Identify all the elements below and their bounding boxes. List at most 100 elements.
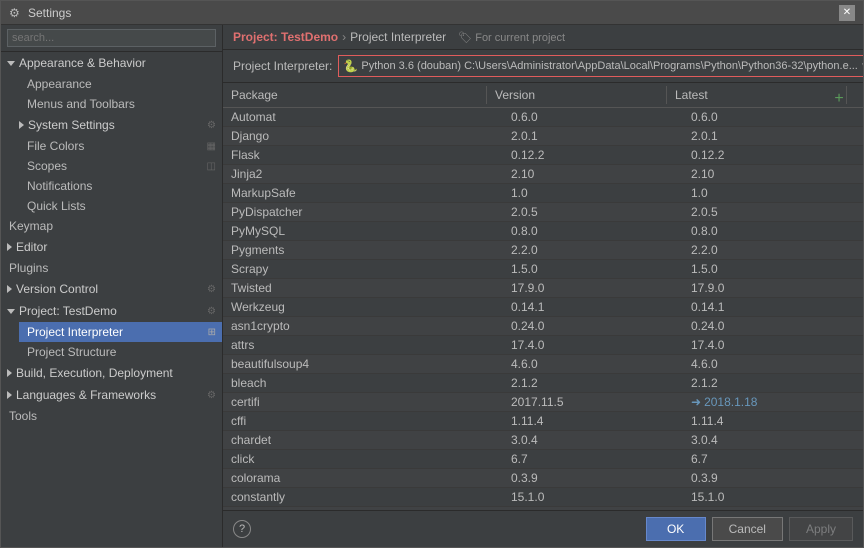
- package-name: click: [223, 450, 503, 468]
- table-row[interactable]: constantly15.1.015.1.0: [223, 488, 863, 507]
- table-row[interactable]: bleach2.1.22.1.2: [223, 374, 863, 393]
- sidebar-item-build-execution[interactable]: Build, Execution, Deployment: [1, 362, 222, 384]
- sidebar-item-keymap[interactable]: Keymap: [1, 216, 222, 236]
- close-button[interactable]: ✕: [839, 5, 855, 21]
- add-package-button[interactable]: +: [831, 88, 847, 110]
- package-latest: 0.24.0: [683, 317, 863, 335]
- table-row[interactable]: PyMySQL0.8.00.8.0: [223, 222, 863, 241]
- sidebar-item-label: Appearance: [27, 77, 92, 91]
- package-version: 2.1.2: [503, 374, 683, 392]
- col-header-package: Package: [223, 86, 487, 104]
- package-latest: 1.0: [683, 184, 863, 202]
- interpreter-value: Python 3.6 (douban) C:\Users\Administrat…: [361, 60, 858, 72]
- sidebar-item-system-settings[interactable]: System Settings ⚙: [19, 114, 222, 136]
- sidebar-search-input[interactable]: [7, 29, 216, 47]
- sidebar-item-editor[interactable]: Editor: [1, 236, 222, 258]
- package-name: Automat: [223, 108, 503, 126]
- package-name: Scrapy: [223, 260, 503, 278]
- sidebar-item-label: Languages & Frameworks: [16, 388, 156, 402]
- package-name: Django: [223, 127, 503, 145]
- settings-window: ⚙ Settings ✕ Appearance & Behavior Appea…: [0, 0, 864, 548]
- package-latest: 2.10: [683, 165, 863, 183]
- table-row[interactable]: beautifulsoup44.6.04.6.0: [223, 355, 863, 374]
- package-name: beautifulsoup4: [223, 355, 503, 373]
- sidebar-item-tools[interactable]: Tools: [1, 406, 222, 426]
- expand-icon: [7, 391, 12, 399]
- table-row[interactable]: click6.76.7: [223, 450, 863, 469]
- sidebar-item-version-control[interactable]: Version Control ⚙: [1, 278, 222, 300]
- table-row[interactable]: cffi1.11.41.11.4: [223, 412, 863, 431]
- sidebar-item-appearance[interactable]: Appearance: [19, 74, 222, 94]
- sidebar-item-appearance-behavior[interactable]: Appearance & Behavior: [1, 52, 222, 74]
- sidebar-item-languages-frameworks[interactable]: Languages & Frameworks ⚙: [1, 384, 222, 406]
- package-latest: 2.1.2: [683, 374, 863, 392]
- package-version: 17.4.0: [503, 336, 683, 354]
- icon-version-control: ⚙: [207, 284, 216, 295]
- apply-button[interactable]: Apply: [789, 517, 853, 541]
- table-row[interactable]: Scrapy1.5.01.5.0: [223, 260, 863, 279]
- dropdown-arrow-icon[interactable]: ▼: [858, 59, 863, 73]
- table-row[interactable]: Twisted17.9.017.9.0: [223, 279, 863, 298]
- package-name: Twisted: [223, 279, 503, 297]
- sidebar-item-file-colors[interactable]: File Colors ▦: [19, 136, 222, 156]
- sidebar-item-project-structure[interactable]: Project Structure: [19, 342, 222, 362]
- table-row[interactable]: certifi2017.11.5➜2018.1.18: [223, 393, 863, 412]
- sidebar-item-plugins[interactable]: Plugins: [1, 258, 222, 278]
- table-row[interactable]: PyDispatcher2.0.52.0.5: [223, 203, 863, 222]
- sync-icon: ⚙: [207, 120, 216, 131]
- table-row[interactable]: Django2.0.12.0.1: [223, 127, 863, 146]
- package-version: 2.2.0: [503, 241, 683, 259]
- update-arrow-icon: ➜: [691, 395, 701, 409]
- table-header: Package Version Latest +: [223, 83, 863, 108]
- sidebar-item-menus-toolbars[interactable]: Menus and Toolbars: [19, 94, 222, 114]
- expand-icon: [19, 121, 24, 129]
- interpreter-select[interactable]: 🐍 Python 3.6 (douban) C:\Users\Administr…: [338, 55, 863, 77]
- table-row[interactable]: Jinja22.102.10: [223, 165, 863, 184]
- sidebar: Appearance & Behavior Appearance Menus a…: [1, 25, 223, 547]
- package-name: certifi: [223, 393, 503, 411]
- package-name: bleach: [223, 374, 503, 392]
- package-name: cryptography: [223, 507, 503, 510]
- package-version: 3.0.4: [503, 431, 683, 449]
- table-row[interactable]: attrs17.4.017.4.0: [223, 336, 863, 355]
- table-row[interactable]: Pygments2.2.02.2.0: [223, 241, 863, 260]
- table-row[interactable]: Werkzeug0.14.10.14.1: [223, 298, 863, 317]
- sidebar-item-notifications[interactable]: Notifications: [19, 176, 222, 196]
- col-header-version: Version: [487, 86, 667, 104]
- add-button-cell: +: [847, 86, 863, 104]
- sidebar-item-quick-lists[interactable]: Quick Lists: [19, 196, 222, 216]
- package-version: 6.7: [503, 450, 683, 468]
- settings-icon: ⚙: [9, 6, 23, 20]
- sidebar-item-project-interpreter[interactable]: Project Interpreter ⊞: [19, 322, 222, 342]
- col-header-latest: Latest: [667, 86, 847, 104]
- titlebar: ⚙ Settings ✕: [1, 1, 863, 25]
- table-row[interactable]: Automat0.6.00.6.0: [223, 108, 863, 127]
- interpreter-bar: Project Interpreter: 🐍 Python 3.6 (douba…: [223, 50, 863, 83]
- package-latest: 0.14.1: [683, 298, 863, 316]
- sidebar-item-scopes[interactable]: Scopes ◫: [19, 156, 222, 176]
- table-row[interactable]: asn1crypto0.24.00.24.0: [223, 317, 863, 336]
- package-name: attrs: [223, 336, 503, 354]
- ok-button[interactable]: OK: [646, 517, 706, 541]
- table-row[interactable]: Flask0.12.20.12.2: [223, 146, 863, 165]
- table-row[interactable]: colorama0.3.90.3.9: [223, 469, 863, 488]
- table-row[interactable]: MarkupSafe1.01.0: [223, 184, 863, 203]
- sidebar-item-label: Build, Execution, Deployment: [16, 366, 173, 380]
- breadcrumb-tag: 🏷 For current project: [458, 31, 565, 44]
- table-row[interactable]: chardet3.0.43.0.4: [223, 431, 863, 450]
- package-latest: 0.6.0: [683, 108, 863, 126]
- packages-table: Package Version Latest + Automat0.6.00.6…: [223, 83, 863, 510]
- cancel-button[interactable]: Cancel: [712, 517, 783, 541]
- package-version: 17.9.0: [503, 279, 683, 297]
- table-row[interactable]: cryptography2.1.42.1.4: [223, 507, 863, 510]
- window-title: Settings: [28, 6, 839, 20]
- package-version: 2017.11.5: [503, 393, 683, 411]
- package-latest: 2.1.4: [683, 507, 863, 510]
- package-version: 2.10: [503, 165, 683, 183]
- package-version: 2.0.5: [503, 203, 683, 221]
- sidebar-item-label: System Settings: [28, 118, 115, 132]
- sidebar-item-label: Scopes: [27, 159, 67, 173]
- help-button[interactable]: ?: [233, 520, 251, 538]
- icon-interpreter: ⊞: [208, 327, 216, 338]
- sidebar-item-project-testdemo[interactable]: Project: TestDemo ⚙: [1, 300, 222, 322]
